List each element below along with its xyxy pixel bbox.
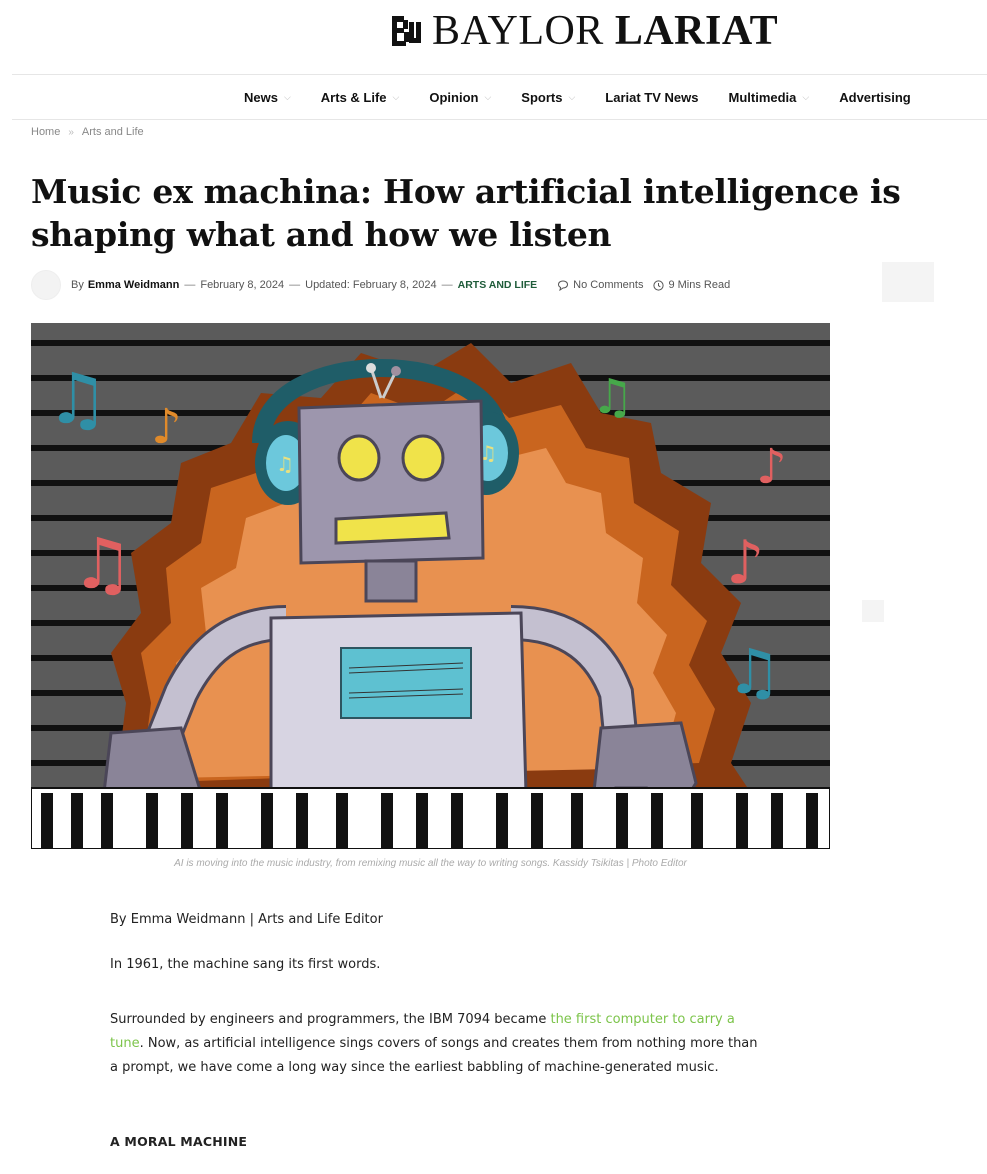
ad-placeholder (882, 262, 934, 302)
sheet-music-screen (340, 647, 472, 719)
svg-text:♫: ♫ (46, 358, 109, 440)
breadcrumb-current[interactable]: Arts and Life (82, 126, 144, 138)
meta-by: By (71, 279, 84, 291)
meta-dash: — (441, 279, 453, 291)
nav-item-multimedia[interactable]: Multimedia ⌵ (729, 90, 810, 105)
masthead: BAYLOR LARIAT (0, 0, 987, 68)
chevron-down-icon: ⌵ (568, 91, 576, 102)
breadcrumb-separator: » (68, 126, 74, 138)
svg-text:♫: ♫ (71, 523, 134, 605)
category-link[interactable]: ARTS AND LIFE (458, 279, 538, 291)
breadcrumb: Home » Arts and Life (31, 126, 144, 138)
nav-item-advertising[interactable]: Advertising (839, 90, 911, 105)
meta-dash: — (184, 279, 196, 291)
image-caption: AI is moving into the music industry, fr… (174, 858, 687, 869)
ad-placeholder (862, 600, 884, 622)
nav-item-sports[interactable]: Sports ⌵ (521, 90, 575, 105)
article-byline: By Emma Weidmann | Arts and Life Editor (110, 912, 383, 927)
meta-dash: — (289, 279, 301, 291)
read-time-text: 9 Mins Read (668, 279, 731, 291)
nav-item-news[interactable]: News ⌵ (244, 90, 291, 105)
article-meta: By Emma Weidmann — February 8, 2024 — Up… (31, 270, 730, 300)
clock-icon (653, 279, 665, 291)
nav-item-opinion[interactable]: Opinion ⌵ (429, 90, 491, 105)
robot-neck (364, 559, 418, 603)
publish-date: February 8, 2024 (200, 279, 285, 291)
svg-text:♪: ♪ (756, 439, 787, 495)
comments-count: No Comments (573, 279, 644, 291)
svg-text:♪: ♪ (151, 399, 182, 455)
updated-label: Updated: (305, 279, 350, 291)
breadcrumb-home[interactable]: Home (31, 126, 60, 138)
read-time: 9 Mins Read (653, 279, 730, 291)
svg-text:♪: ♪ (726, 528, 764, 598)
chevron-down-icon: ⌵ (484, 91, 492, 102)
chevron-down-icon: ⌵ (283, 91, 291, 102)
piano-keys (31, 787, 830, 849)
site-name: BAYLOR LARIAT (432, 8, 779, 54)
nav-menu: News ⌵ Arts & Life ⌵ Opinion ⌵ Sports ⌵ Lari… (244, 75, 911, 119)
nav-item-lariat-tv-news[interactable]: Lariat TV News (605, 90, 698, 105)
main-navigation: News ⌵ Arts & Life ⌵ Opinion ⌵ Sports ⌵ Lari… (12, 74, 987, 120)
robot-piano-illustration: ♫ ♫ ♫ ♪ ♫ ♫ ♪ ♪ ♫ (31, 323, 830, 849)
paragraph: Surrounded by engineers and programmers,… (110, 1012, 758, 1075)
bu-monogram-icon (392, 16, 421, 46)
paragraph: In 1961, the machine sang its first word… (110, 957, 381, 972)
svg-text:♫: ♫ (591, 369, 634, 425)
comments-link[interactable]: No Comments (557, 279, 643, 291)
section-heading: A MORAL MACHINE (110, 1134, 248, 1149)
comment-icon (558, 279, 569, 291)
article-title: Music ex machina: How artificial intelli… (31, 172, 901, 254)
svg-text:♫: ♫ (726, 635, 782, 708)
site-logo[interactable]: BAYLOR LARIAT (388, 8, 778, 54)
svg-text:♫: ♫ (276, 452, 294, 476)
nav-item-arts-life[interactable]: Arts & Life ⌵ (321, 90, 400, 105)
author-avatar[interactable] (31, 270, 61, 300)
chevron-down-icon: ⌵ (392, 91, 400, 102)
chevron-down-icon: ⌵ (802, 91, 810, 102)
author-link[interactable]: Emma Weidmann (88, 279, 180, 291)
hero-image[interactable]: ♫ ♫ ♫ ♪ ♫ ♫ ♪ ♪ ♫ (31, 323, 830, 849)
updated-date: February 8, 2024 (352, 279, 437, 291)
